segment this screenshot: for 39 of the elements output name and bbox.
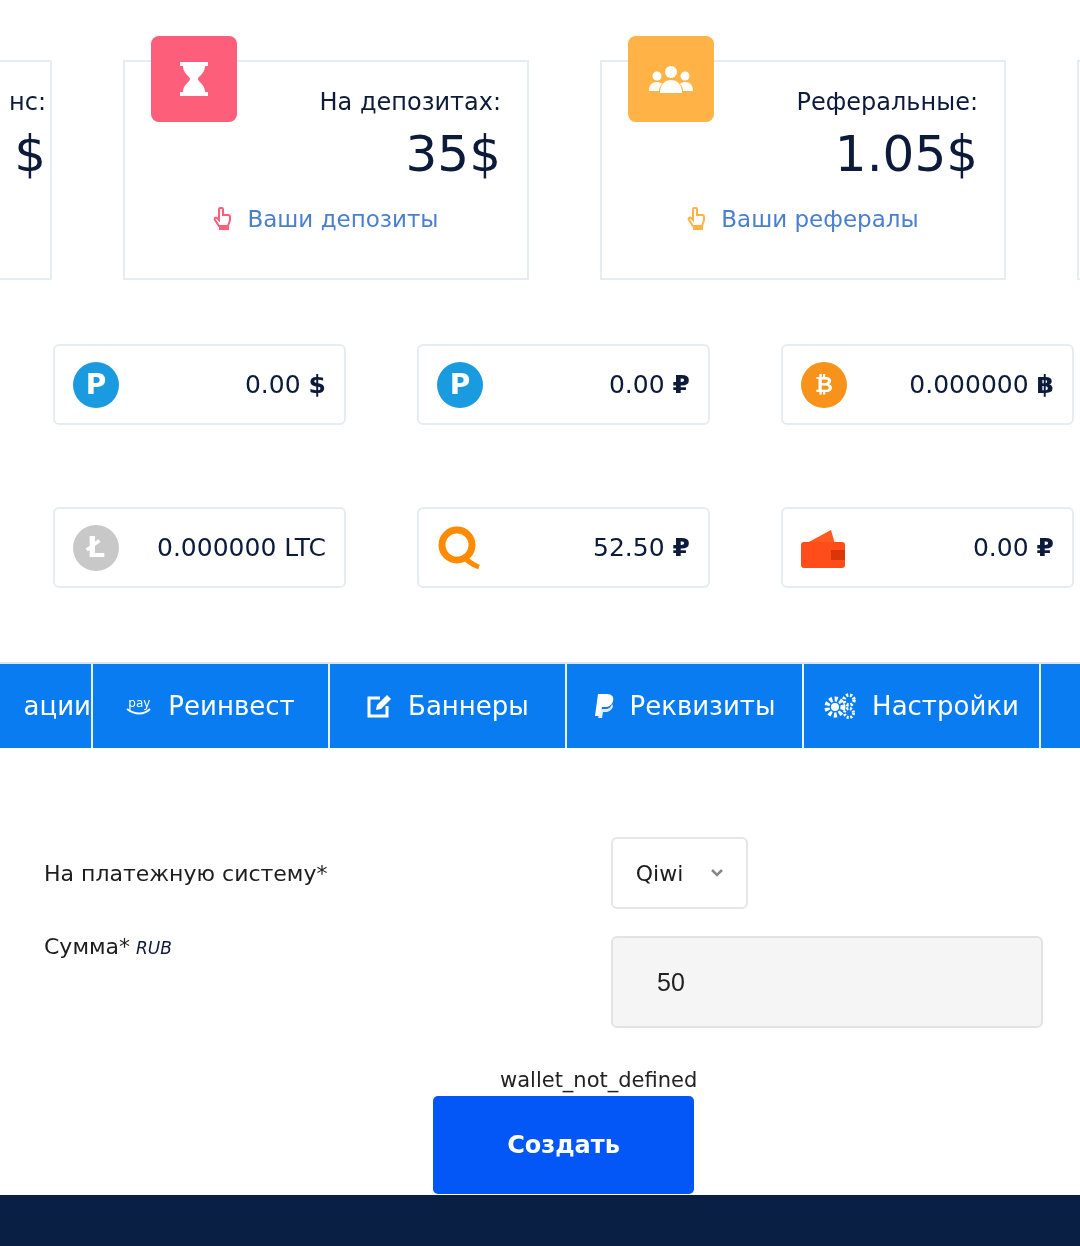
payeer-icon: P <box>73 361 119 408</box>
field-label: На платежную систему* <box>44 860 329 886</box>
nav-tab[interactable]: Баннеры <box>330 664 567 748</box>
qiwi-icon <box>437 524 481 571</box>
payeer-icon: P <box>437 361 483 408</box>
bitcoin-icon: ₿ <box>801 361 847 408</box>
nav-tab[interactable]: ации <box>0 664 93 748</box>
card-link[interactable]: Ваши рефералы <box>721 206 919 232</box>
nav-tab[interactable]: Реквизиты <box>567 664 804 748</box>
card-link[interactable]: Ваши депозиты <box>247 206 439 232</box>
payment-system-select[interactable]: Qiwi <box>611 837 748 909</box>
balance-amount: 0.000000 ฿ <box>909 370 1054 399</box>
users-icon <box>649 65 693 93</box>
balance-amount: 52.50 ₽ <box>593 533 690 562</box>
stat-value: $ <box>14 124 46 184</box>
amount-field[interactable]: 50 <box>611 936 1043 1028</box>
field-label: Сумма* <box>44 934 131 959</box>
balance-amount: 0.00 ₽ <box>608 370 690 399</box>
paypal-icon <box>593 694 614 718</box>
create-button[interactable]: Создать <box>433 1096 694 1194</box>
hourglass-icon <box>180 62 208 96</box>
nav-tab[interactable]: Настройки <box>804 664 1041 748</box>
stat-label: На депозитах: <box>319 88 501 116</box>
nav-tab[interactable]: pay Реинвест <box>93 664 330 748</box>
balance-amount: 0.00 $ <box>244 370 326 399</box>
balance-amount: 0.000000 LTC <box>157 533 326 562</box>
stat-value: 35$ <box>405 124 501 184</box>
wallet-icon <box>801 527 845 568</box>
warning-text: wallet_not_defined <box>499 1067 698 1095</box>
pointing-hand-icon <box>687 207 708 231</box>
unit-label: RUB <box>136 938 172 958</box>
pointing-hand-icon <box>213 207 234 231</box>
gears-icon <box>824 693 857 719</box>
stat-label: нс: <box>9 88 46 116</box>
edit-icon <box>366 694 393 718</box>
stat-label: Реферальные: <box>796 88 978 116</box>
stat-value: 1.05$ <box>834 124 978 184</box>
balance-amount: 0.00 ₽ <box>972 533 1054 562</box>
chevron-down-icon <box>711 869 724 877</box>
